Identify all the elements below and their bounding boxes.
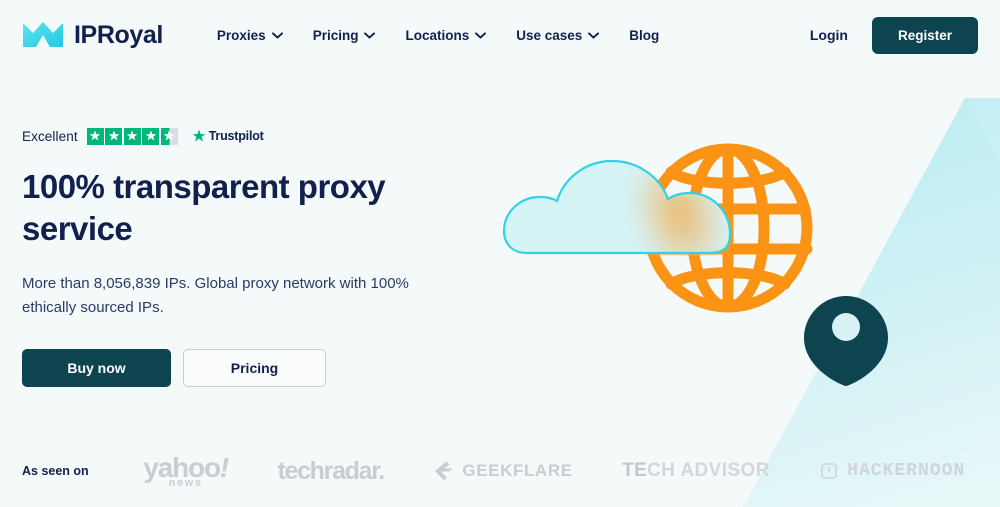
hero-subheading: More than 8,056,839 IPs. Global proxy ne… <box>22 275 409 316</box>
trustpilot-rating-word: Excellent <box>22 128 78 144</box>
trustpilot-brand: Trustpilot <box>192 129 264 143</box>
nav-item-label: Blog <box>629 27 660 43</box>
register-button[interactable]: Register <box>871 16 978 54</box>
geekflare-icon <box>433 460 455 482</box>
nav-item-proxies[interactable]: Proxies <box>217 28 283 43</box>
trustpilot-star-icon <box>192 129 206 143</box>
hero-section: Excellent Trustpilot 100% transparent pr… <box>22 126 492 387</box>
pricing-button[interactable]: Pricing <box>183 348 326 387</box>
map-pin-icon <box>804 296 888 386</box>
nav-item-label: Locations <box>405 27 470 43</box>
landing-page: IPRoyal Proxies Pricing Locations Use ca… <box>0 0 1000 507</box>
nav-item-pricing[interactable]: Pricing <box>313 28 376 43</box>
as-seen-on-label: As seen on <box>22 464 89 478</box>
globe-icon <box>643 143 813 313</box>
nav-item-use-cases[interactable]: Use cases <box>516 27 600 43</box>
nav-item-locations[interactable]: Locations <box>405 27 487 43</box>
tech-advisor-logo[interactable]: TE CH ADVISOR <box>622 460 770 482</box>
tech-advisor-rest: CH ADVISOR <box>647 460 770 481</box>
brand-logo-link[interactable]: IPRoyal <box>22 21 163 49</box>
nav-item-label: Use cases <box>516 27 583 43</box>
star-icon-filled <box>86 127 104 145</box>
login-link[interactable]: Login <box>810 27 848 43</box>
crown-icon <box>22 21 64 49</box>
techradar-logo[interactable]: techradar. <box>277 457 385 486</box>
nav-actions: Login Register <box>810 16 978 54</box>
buy-now-button[interactable]: Buy now <box>22 348 171 387</box>
chevron-down-icon <box>364 31 376 39</box>
chevron-down-icon <box>588 31 600 39</box>
nav-links: Proxies Pricing Locations Use cases Blog <box>217 28 659 43</box>
geekflare-logo[interactable]: GEEKFLARE <box>433 460 572 482</box>
chevron-down-icon <box>475 31 487 39</box>
nav-item-blog[interactable]: Blog <box>629 28 659 43</box>
brand-name: IPRoyal <box>74 20 163 49</box>
nav-item-label: Proxies <box>216 27 266 43</box>
star-icon-filled <box>105 127 123 145</box>
yahoo-news-subtext: news <box>168 476 203 489</box>
press-logo-list: yahoo! news techradar. GEEKFLARE TE CH AD… <box>89 453 1000 489</box>
yahoo-news-logo[interactable]: yahoo! news <box>143 453 229 489</box>
star-icon-filled <box>142 127 160 145</box>
chevron-down-icon <box>271 31 283 39</box>
hackernoon-logo[interactable]: HACKERNOON <box>819 461 965 481</box>
top-navigation-bar: IPRoyal Proxies Pricing Locations Use ca… <box>0 0 1000 70</box>
tech-advisor-bold: TE <box>622 460 648 481</box>
cloud-icon <box>502 159 732 256</box>
hero-cta-row: Buy now Pricing <box>22 348 492 387</box>
star-icon-filled <box>123 127 141 145</box>
star-icon-half <box>160 127 178 145</box>
hero-illustration <box>480 0 1000 507</box>
hackernoon-icon <box>819 461 839 481</box>
geekflare-wordmark: GEEKFLARE <box>462 461 573 480</box>
trustpilot-rating[interactable]: Excellent Trustpilot <box>22 126 492 146</box>
as-seen-on-bar: As seen on yahoo! news techradar. GEEKFL… <box>22 435 1000 507</box>
trustpilot-brand-label: Trustpilot <box>208 129 264 143</box>
hackernoon-wordmark: HACKERNOON <box>847 461 966 481</box>
trustpilot-stars <box>86 127 178 145</box>
page-title: 100% transparent proxy service <box>22 168 386 248</box>
nav-item-label: Pricing <box>312 27 359 43</box>
